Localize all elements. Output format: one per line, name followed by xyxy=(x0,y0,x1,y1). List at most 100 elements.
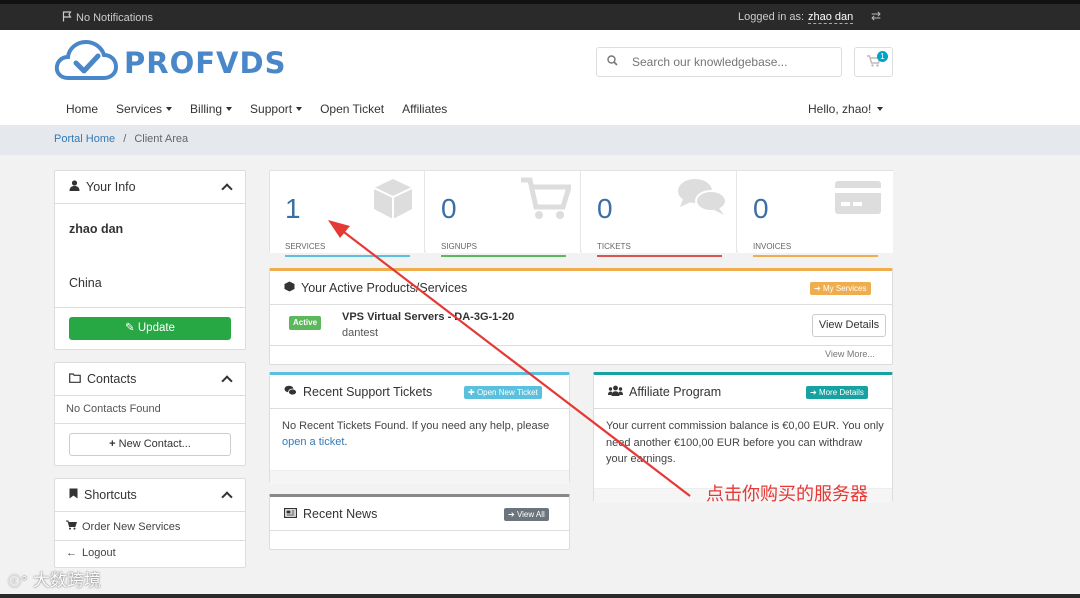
nav-services[interactable]: Services xyxy=(116,102,173,116)
breadcrumb-home[interactable]: Portal Home xyxy=(54,133,115,145)
stat-invoices-value: 0 xyxy=(753,193,769,224)
divider xyxy=(55,423,245,424)
update-button[interactable]: ✎ Update xyxy=(69,317,231,340)
stat-signups[interactable]: 0 SIGNUPS xyxy=(426,171,581,257)
view-all-button[interactable]: ➔ View All xyxy=(504,508,549,521)
stat-signups-value: 0 xyxy=(441,193,457,224)
nav-support-label: Support xyxy=(250,102,293,116)
divider xyxy=(580,170,581,252)
annotation-text: 点击你购买的服务器 xyxy=(706,484,868,505)
your-info-title: Your Info xyxy=(86,180,136,194)
stat-signups-label: SIGNUPS xyxy=(441,242,478,251)
products-title: Your Active Products/Services xyxy=(301,280,468,295)
stat-invoices[interactable]: 0 INVOICES xyxy=(738,171,893,257)
stat-tickets[interactable]: 0 TICKETS xyxy=(582,171,737,257)
caret-down-icon xyxy=(166,107,173,111)
contacts-header[interactable]: Contacts xyxy=(55,363,245,396)
bookmark-icon xyxy=(69,488,78,502)
username-link[interactable]: zhao dan xyxy=(808,11,854,24)
shortcut-order[interactable]: Order New Services xyxy=(66,520,180,533)
nav-open-ticket[interactable]: Open Ticket xyxy=(320,102,384,116)
shortcut-logout[interactable]: ← Logout xyxy=(66,547,116,559)
contacts-title: Contacts xyxy=(87,372,137,386)
status-badge: Active xyxy=(289,316,322,330)
cube-icon xyxy=(284,281,295,295)
caret-down-icon xyxy=(296,107,303,111)
shortcuts-panel: Shortcuts Order New Services ← Logout xyxy=(54,478,246,568)
client-name: zhao dan xyxy=(69,222,124,236)
stat-services[interactable]: 1 SERVICES xyxy=(270,171,425,257)
stat-bar xyxy=(441,255,566,257)
chevron-up-icon[interactable] xyxy=(221,491,233,503)
comments-icon xyxy=(677,177,727,220)
cart-button[interactable]: 1 xyxy=(854,47,893,77)
caret-down-icon xyxy=(226,107,233,111)
tickets-title: Recent Support Tickets xyxy=(303,384,433,399)
nav-services-label: Services xyxy=(116,102,163,116)
your-info-header[interactable]: Your Info xyxy=(55,171,245,204)
notifications-link[interactable]: No Notifications xyxy=(62,11,153,25)
nav-support[interactable]: Support xyxy=(250,102,303,116)
view-more-link[interactable]: View More... xyxy=(825,349,875,359)
notifications-label: No Notifications xyxy=(76,12,154,24)
account-menu[interactable]: Hello, zhao! xyxy=(808,102,884,116)
support-tickets-panel: Recent Support Tickets ✚ Open New Ticket… xyxy=(269,372,570,484)
search-input[interactable] xyxy=(632,55,832,69)
watermark-logo-icon: ⓒ° xyxy=(8,575,28,590)
chevron-up-icon[interactable] xyxy=(221,183,233,195)
stat-bar xyxy=(285,255,410,257)
logged-in-label: Logged in as: xyxy=(738,11,805,23)
brand-name: PROFVDS xyxy=(124,45,287,80)
shortcuts-header[interactable]: Shortcuts xyxy=(55,479,245,512)
stat-bar xyxy=(753,255,878,257)
newspaper-icon xyxy=(284,507,298,521)
recent-news-panel: Recent News ➔ View All xyxy=(269,494,570,550)
breadcrumb-current: Client Area xyxy=(134,133,189,145)
caret-down-icon xyxy=(877,107,884,111)
shortcut-logout-label: Logout xyxy=(82,547,116,559)
watermark-text: 大数跨境 xyxy=(32,571,101,591)
stat-tickets-value: 0 xyxy=(597,193,613,224)
user-icon xyxy=(69,180,80,194)
nav-billing[interactable]: Billing xyxy=(190,102,233,116)
more-details-button[interactable]: ➔ More Details xyxy=(806,386,868,399)
open-ticket-link[interactable]: open a ticket xyxy=(282,436,344,448)
comments-icon xyxy=(284,385,297,399)
main-nav: Home Services Billing Support Open Ticke… xyxy=(66,102,447,116)
nav-affiliates[interactable]: Affiliates xyxy=(402,102,447,116)
divider xyxy=(270,345,892,346)
stat-services-value: 1 xyxy=(285,193,301,224)
my-services-button[interactable]: ➔ My Services xyxy=(810,282,871,295)
users-icon xyxy=(608,385,623,399)
bottom-edge xyxy=(0,594,1080,598)
flag-icon xyxy=(62,11,73,25)
top-bar: No Notifications Logged in as: zhao dan … xyxy=(0,0,1080,30)
folder-icon xyxy=(69,372,81,386)
product-name[interactable]: VPS Virtual Servers - DA-3G-1-20 xyxy=(342,311,514,323)
new-contact-button[interactable]: + New Contact... xyxy=(69,433,231,456)
nav-affiliates-label: Affiliates xyxy=(402,102,448,116)
cube-icon xyxy=(371,177,415,224)
breadcrumb: Portal Home / Client Area xyxy=(54,133,188,145)
nav-billing-label: Billing xyxy=(190,102,223,116)
products-header: Your Active Products/Services xyxy=(270,271,892,305)
search-box[interactable] xyxy=(596,47,842,77)
shuffle-icon[interactable]: ⇄ xyxy=(871,9,881,23)
panel-footer xyxy=(270,470,569,484)
no-contacts-text: No Contacts Found xyxy=(66,403,161,415)
breadcrumb-separator: / xyxy=(123,133,127,145)
open-new-ticket-label: Open New Ticket xyxy=(476,388,538,397)
stat-services-label: SERVICES xyxy=(285,242,326,251)
logo[interactable]: PROFVDS xyxy=(54,39,287,85)
shortcut-order-label: Order New Services xyxy=(82,520,181,533)
view-all-label: View All xyxy=(516,510,545,519)
chevron-up-icon[interactable] xyxy=(221,375,233,387)
cart-count-badge: 1 xyxy=(877,51,888,62)
nav-home[interactable]: Home xyxy=(66,102,98,116)
pencil-icon: ✎ xyxy=(125,322,135,334)
your-info-panel: Your Info zhao dan China ✎ Update xyxy=(54,170,246,350)
stat-tickets-label: TICKETS xyxy=(597,242,631,251)
watermark: ⓒ° 大数跨境 xyxy=(8,566,101,591)
open-new-ticket-button[interactable]: ✚ Open New Ticket xyxy=(464,386,542,399)
view-details-button[interactable]: View Details xyxy=(812,314,886,337)
